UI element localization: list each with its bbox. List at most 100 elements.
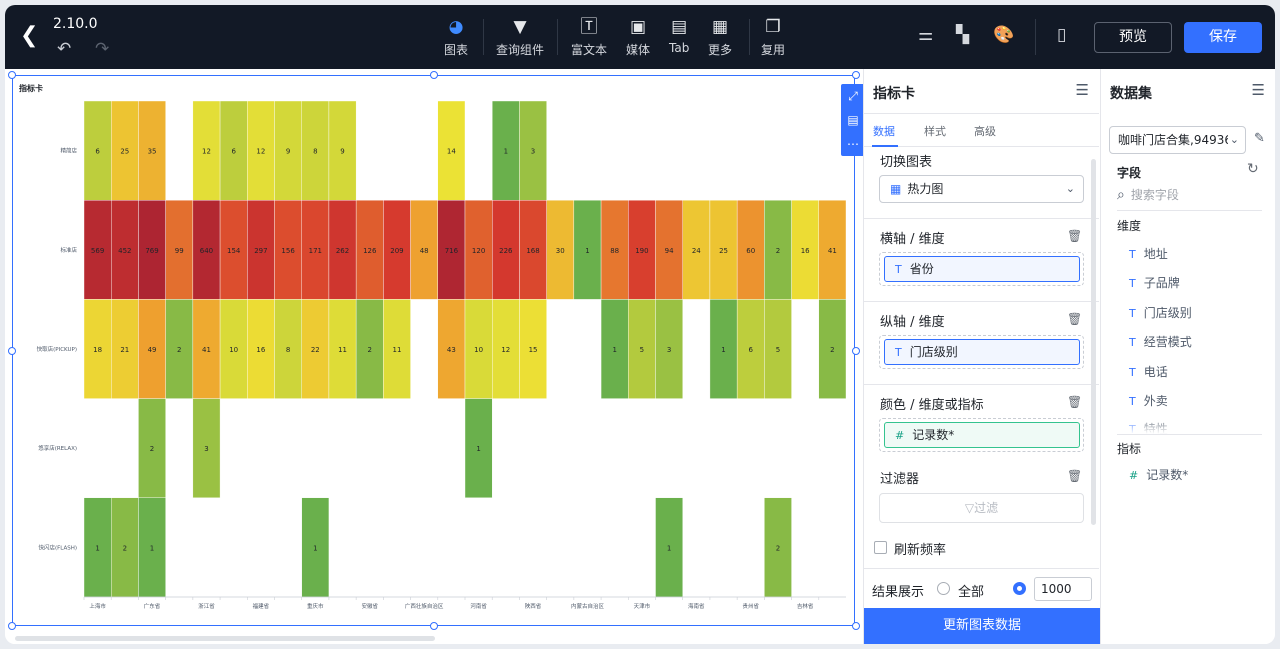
heatmap-cell-label: 2 <box>776 544 780 552</box>
x-axis-dropzone[interactable]: T 省份 <box>879 252 1084 286</box>
filter-button[interactable]: ▽过滤 <box>879 493 1084 523</box>
back-icon[interactable]: ❮ <box>20 23 42 49</box>
preview-button[interactable]: 预览 <box>1094 22 1172 53</box>
dimension-field[interactable]: T 经营模式 <box>1129 333 1192 350</box>
heatmap-cell-label: 99 <box>175 247 184 255</box>
switch-chart-label: 切换图表 <box>880 155 933 170</box>
x-axis-field-pill[interactable]: T 省份 <box>884 256 1080 282</box>
color-field-pill[interactable]: # 记录数* <box>884 422 1080 448</box>
heatmap-cell-label: 1 <box>585 247 589 255</box>
x-axis-tick-label: 重庆市 <box>307 602 324 610</box>
resize-handle[interactable] <box>852 71 860 79</box>
horizontal-scrollbar[interactable] <box>15 636 435 641</box>
config-tabs: 数据 样式 高级 <box>864 113 1099 147</box>
refresh-icon[interactable]: ↻ <box>1247 161 1259 177</box>
color-dropzone[interactable]: # 记录数* <box>879 418 1084 452</box>
dimension-field[interactable]: T 门店级别 <box>1129 304 1192 321</box>
resize-handle[interactable] <box>8 347 16 355</box>
delete-icon[interactable]: 🗑 <box>1067 229 1082 243</box>
result-all-radio[interactable] <box>937 582 950 595</box>
heatmap-cell-label: 1 <box>313 544 317 552</box>
tab-data[interactable]: 数据 <box>873 123 895 139</box>
y-axis-dropzone[interactable]: T 门店级别 <box>879 335 1084 369</box>
heatmap-cell-label: 41 <box>828 247 837 255</box>
layout-icon[interactable]: ▚ <box>956 25 969 45</box>
resize-handle[interactable] <box>852 347 860 355</box>
chart-card[interactable]: 指标卡 6 25 35 12 6 12 9 8 9 14 1 3 569 452 769 99 640 154 297… <box>12 75 865 626</box>
more-icon[interactable]: ⋯ <box>841 132 865 156</box>
text-type-icon: T <box>1129 395 1136 408</box>
metric-field[interactable]: # 记录数* <box>1129 466 1188 483</box>
dimensions-label: 维度 <box>1117 219 1142 233</box>
toolbar-divider <box>749 19 750 55</box>
expand-icon[interactable]: ⤢ <box>841 84 865 108</box>
resize-handle[interactable] <box>852 622 860 630</box>
heatmap-cell-label: 60 <box>746 247 755 255</box>
tool-chart-button[interactable]: ◕ 图表 <box>444 16 468 58</box>
panel-collapse-icon[interactable]: ☰ <box>1252 81 1265 99</box>
tool-label: 更多 <box>708 43 733 57</box>
heatmap-cell-label: 120 <box>472 247 485 255</box>
x-axis-field: 省份 <box>909 262 934 276</box>
delete-icon[interactable]: 🗑 <box>1067 312 1082 326</box>
heatmap-cell-label: 262 <box>336 247 349 255</box>
resize-handle[interactable] <box>8 71 16 79</box>
tool-query-button[interactable]: ▼ 查询组件 <box>496 16 544 58</box>
dataset-select[interactable]: 咖啡门店合集,94936 ⌄ <box>1109 126 1246 154</box>
mobile-icon[interactable]: ▯ <box>1057 25 1066 45</box>
dimension-field[interactable]: T 电话 <box>1129 363 1168 380</box>
y-axis-field-pill[interactable]: T 门店级别 <box>884 339 1080 365</box>
vertical-scrollbar[interactable] <box>1091 159 1096 525</box>
color-field: 记录数* <box>912 428 955 442</box>
refresh-rate-checkbox[interactable] <box>874 541 887 554</box>
heatmap-cell-label: 1 <box>150 544 154 552</box>
text-type-icon: T <box>895 346 902 359</box>
dimension-field[interactable]: T 外卖 <box>1129 392 1168 409</box>
settings-sliders-icon[interactable]: ⚌ <box>918 25 933 45</box>
heatmap-cell-label: 1 <box>476 445 480 453</box>
number-type-icon: # <box>895 429 905 442</box>
heatmap-cell-label: 569 <box>91 247 104 255</box>
heatmap-cell-label: 25 <box>719 247 728 255</box>
redo-icon[interactable]: ↷ <box>95 39 109 59</box>
delete-icon[interactable]: 🗑 <box>1067 469 1082 483</box>
update-chart-button[interactable]: 更新图表数据 <box>864 608 1100 644</box>
resize-handle[interactable] <box>430 71 438 79</box>
tab-advanced[interactable]: 高级 <box>974 123 996 139</box>
delete-icon[interactable]: 🗑 <box>1067 395 1082 409</box>
heatmap-cell-label: 12 <box>501 346 510 354</box>
tool-media-button[interactable]: ▣ 媒体 <box>626 16 650 58</box>
tool-more-button[interactable]: ▦ 更多 <box>708 16 732 58</box>
tool-label: 图表 <box>444 43 469 57</box>
heatmap-cell-label: 9 <box>286 148 290 156</box>
heatmap-cell-label: 2 <box>177 346 181 354</box>
dimension-field[interactable]: T 子品牌 <box>1129 274 1180 291</box>
panel-title: 数据集 <box>1110 86 1152 102</box>
tool-reuse-button[interactable]: ❐ 复用 <box>761 16 785 58</box>
save-button[interactable]: 保存 <box>1184 22 1262 53</box>
resize-handle[interactable] <box>430 622 438 630</box>
dimension-field[interactable]: T 地址 <box>1129 245 1168 262</box>
result-count-input[interactable]: 1000 <box>1034 577 1092 601</box>
resize-handle[interactable] <box>8 622 16 630</box>
undo-icon[interactable]: ↶ <box>57 39 71 59</box>
tool-richtext-button[interactable]: 🅃 富文本 <box>571 16 607 58</box>
tool-tab-button[interactable]: ▤ Tab <box>669 16 689 55</box>
heatmap-cell-label: 297 <box>254 247 267 255</box>
heatmap-cell-label: 8 <box>286 346 290 354</box>
heatmap-cell-label: 88 <box>610 247 619 255</box>
x-axis-tick-label: 天津市 <box>634 602 651 610</box>
heatmap-cell-label: 11 <box>338 346 347 354</box>
tool-label: 富文本 <box>571 43 608 57</box>
edit-icon[interactable]: ✎ <box>1254 131 1265 146</box>
field-label: 记录数* <box>1146 468 1189 482</box>
tab-style[interactable]: 样式 <box>924 123 946 139</box>
note-icon[interactable]: ▤ <box>841 108 865 132</box>
palette-icon[interactable]: 🎨 <box>993 25 1014 45</box>
heatmap-cell-label: 12 <box>256 148 265 156</box>
tool-label: 媒体 <box>626 43 651 57</box>
result-count-radio[interactable] <box>1013 582 1026 595</box>
chart-type-select[interactable]: ▦ 热力图 ⌄ <box>879 175 1084 203</box>
panel-collapse-icon[interactable]: ☰ <box>1076 81 1089 99</box>
field-search-input[interactable]: ⌕ 搜索字段 <box>1117 181 1262 211</box>
